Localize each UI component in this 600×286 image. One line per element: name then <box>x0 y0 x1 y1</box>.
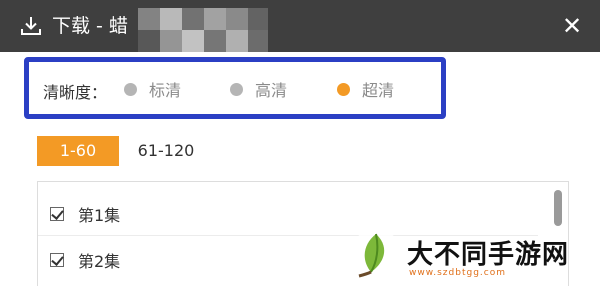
quality-option-label: 高清 <box>255 81 288 100</box>
tab-range-61-120[interactable]: 61-120 <box>128 136 204 166</box>
quality-option-label: 超清 <box>362 81 395 100</box>
tab-range-1-60[interactable]: 1-60 <box>37 136 119 166</box>
episode-label: 第2集 <box>78 252 121 271</box>
quality-option-hd[interactable]: 高清 <box>230 78 287 100</box>
download-icon <box>21 17 41 35</box>
watermark: 大不同手游网 www.szdbtgg.com <box>345 228 600 286</box>
radio-dot-icon <box>124 82 137 96</box>
title-bar: 下载 - 蜡 ✕ <box>0 0 600 52</box>
episode-label: 第1集 <box>78 205 121 225</box>
window-title: 下载 - 蜡 <box>52 15 128 37</box>
close-icon[interactable]: ✕ <box>558 12 586 40</box>
radio-dot-selected-icon <box>337 82 350 96</box>
quality-option-sd[interactable]: 标清 <box>124 78 181 100</box>
watermark-url: www.szdbtgg.com <box>409 268 506 278</box>
watermark-title: 大不同手游网 <box>407 240 570 270</box>
quality-option-label: 标清 <box>149 81 182 100</box>
leaf-logo-icon <box>350 229 402 281</box>
blurred-title-area <box>138 8 268 52</box>
episode-checkbox[interactable] <box>50 253 64 267</box>
quality-label: 清晰度： <box>43 83 108 102</box>
quality-selector: 清晰度： 标清 高清 超清 <box>24 57 446 119</box>
scrollbar-thumb[interactable] <box>554 190 562 226</box>
episode-checkbox[interactable] <box>50 206 64 221</box>
radio-dot-icon <box>230 82 243 96</box>
quality-option-uhd[interactable]: 超清 <box>337 78 394 100</box>
